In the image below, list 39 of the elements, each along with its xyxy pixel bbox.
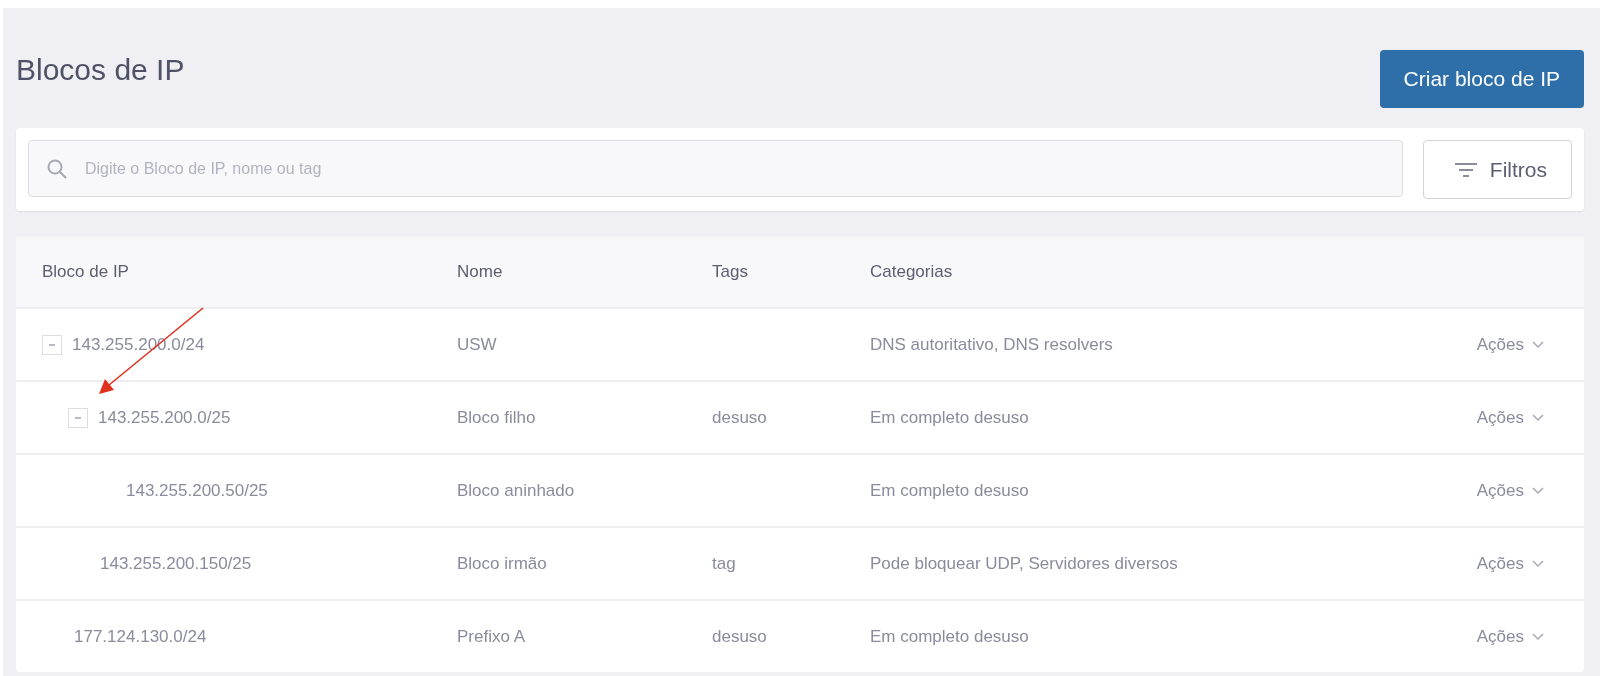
name-cell-text: Bloco aninhado — [457, 480, 576, 501]
name-cell-text: Bloco irmão — [457, 553, 548, 574]
actions-dropdown[interactable]: Ações — [1476, 553, 1544, 574]
name-cell-text: USW — [457, 334, 498, 355]
actions-dropdown[interactable]: Ações — [1476, 407, 1544, 428]
actions-dropdown[interactable]: Ações — [1476, 480, 1544, 501]
tag-cell: tag — [712, 553, 736, 573]
chevron-down-icon — [1532, 559, 1544, 568]
page-title: Blocos de IP — [16, 52, 185, 87]
collapse-toggle[interactable] — [42, 334, 62, 355]
categories-cell-text: Em completo desuso — [870, 626, 1030, 647]
filter-icon — [1453, 161, 1478, 178]
column-header: Bloco de IP — [42, 262, 130, 282]
actions-dropdown[interactable]: Ações — [1476, 334, 1544, 355]
chevron-down-icon — [1532, 413, 1544, 422]
name-cell-text: Bloco filho — [457, 407, 537, 428]
create-block-button[interactable]: Criar bloco de IP — [1379, 50, 1584, 108]
chevron-down-icon — [1532, 340, 1544, 349]
categories-cell-text: Pode bloquear UDP, Servidores diversos — [870, 553, 1179, 574]
ip-block-cell: 143.255.200.50/25 — [126, 480, 268, 501]
categories-cell-text: Em completo desuso — [870, 407, 1030, 428]
categories-cell-text: DNS autoritativo, DNS resolvers — [870, 334, 1114, 355]
search-field[interactable]: Digite o Bloco de IP, nome ou tag — [28, 140, 1403, 197]
collapse-toggle[interactable] — [68, 407, 88, 428]
categories-cell-text: Em completo desuso — [870, 480, 1030, 501]
ip-block-cell: 143.255.200.150/25 — [100, 553, 252, 574]
column-header: Nome — [457, 262, 504, 282]
name-cell-text: Prefixo A — [457, 626, 527, 647]
tag-cell: desuso — [712, 626, 767, 646]
column-header: Categorias — [870, 262, 954, 282]
ip-block-cell: 177.124.130.0/24 — [74, 626, 207, 647]
chevron-down-icon — [1532, 486, 1544, 495]
filters-button[interactable]: Filtros — [1422, 140, 1572, 199]
ip-block-cell: 143.255.200.0/25 — [98, 407, 231, 428]
search-icon — [46, 158, 68, 180]
column-header: Tags — [712, 262, 749, 282]
actions-dropdown[interactable]: Ações — [1476, 626, 1544, 647]
tag-cell: desuso — [712, 407, 767, 427]
chevron-down-icon — [1532, 632, 1544, 641]
